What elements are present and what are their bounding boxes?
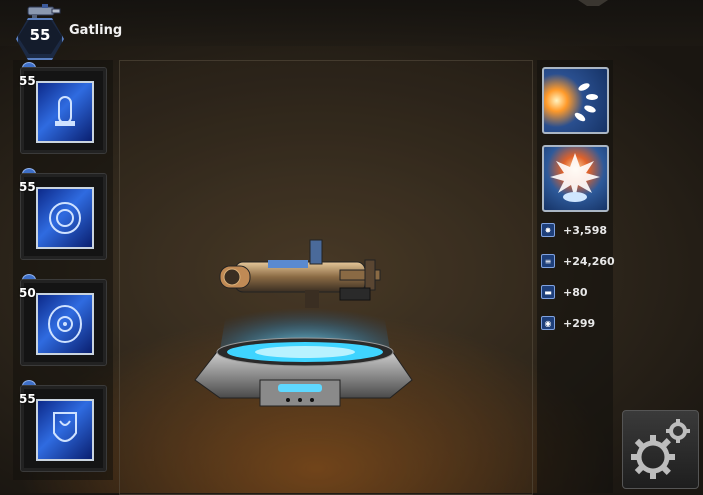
stat-row-magazine: ≡ +24,260 [541, 253, 615, 269]
explosion-icon [550, 153, 600, 202]
weapon-name: Gatling [69, 23, 123, 38]
settings-button[interactable] [622, 410, 699, 489]
module-1-level: 55 [19, 74, 36, 88]
rapid-fire-icon [574, 83, 598, 122]
stat-ammo-value: +80 [563, 285, 588, 299]
ability-slot-1[interactable] [542, 67, 609, 134]
crosshair-icon: ◉ [541, 316, 555, 330]
gear-icon [631, 419, 690, 479]
ammo-bar-icon: ▬ [541, 285, 555, 299]
magazine-icon: ≡ [541, 254, 555, 268]
stat-row-damage: ✸ +3,598 [541, 222, 607, 238]
damage-burst-icon: ✸ [541, 223, 555, 237]
stat-accuracy-value: +299 [563, 316, 596, 330]
gatling-weapon-model[interactable] [190, 230, 420, 420]
shield-chip-icon [36, 399, 94, 461]
stat-magazine-value: +24,260 [563, 254, 615, 268]
ring-chip-icon [36, 187, 94, 249]
bullet-chip-icon [36, 81, 94, 143]
stat-row-ammo: ▬ +80 [541, 284, 588, 300]
stat-damage-value: +3,598 [563, 223, 608, 237]
stat-row-accuracy: ◉ +299 [541, 315, 595, 331]
module-3-level: 50 [19, 286, 36, 300]
module-2-level: 55 [19, 180, 36, 194]
weapon-level: 55 [29, 26, 51, 44]
module-4-level: 55 [19, 392, 36, 406]
target-chip-icon [36, 293, 94, 355]
ability-slot-2[interactable] [542, 145, 609, 212]
